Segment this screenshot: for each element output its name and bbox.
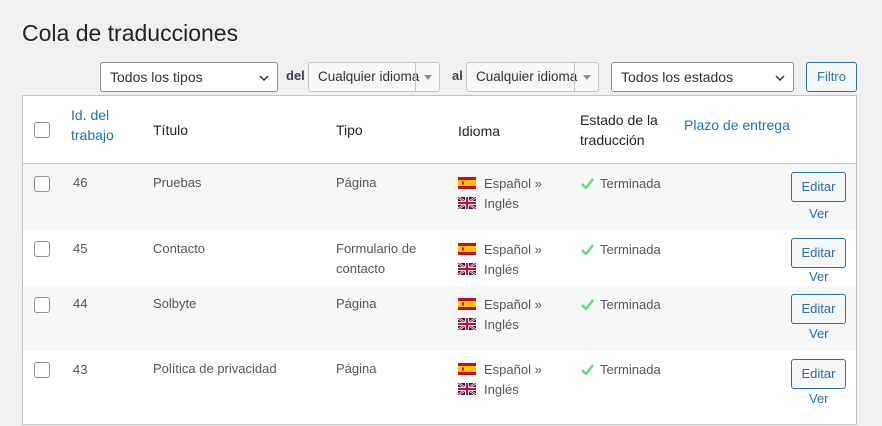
status-header-line2: traducción xyxy=(580,132,645,148)
deadline-header[interactable]: Plazo de entrega xyxy=(684,115,790,135)
table-row: 43 Política de privacidad Página Español… xyxy=(23,351,856,426)
job-type: Página xyxy=(336,359,376,379)
spain-flag-icon xyxy=(458,177,476,189)
job-title: Política de privacidad xyxy=(153,361,277,376)
view-link[interactable]: Ver xyxy=(809,391,829,406)
row-checkbox[interactable] xyxy=(34,176,50,192)
table-header: Id. del trabajo Título Tipo Idioma Estad… xyxy=(23,96,856,164)
job-languages: Español » Inglés xyxy=(458,239,542,279)
job-title: Contacto xyxy=(153,241,206,256)
chevron-down-icon xyxy=(574,63,598,91)
job-id-header-line1: Id. del xyxy=(71,107,110,123)
language-header: Idioma xyxy=(458,123,501,139)
checkmark-icon xyxy=(581,177,594,189)
job-type-line2: contacto xyxy=(336,261,386,276)
uk-flag-icon xyxy=(458,318,476,330)
source-language: Español » xyxy=(484,241,542,257)
select-all-checkbox[interactable] xyxy=(34,122,50,138)
uk-flag-icon xyxy=(458,263,476,275)
filter-button[interactable]: Filtro xyxy=(806,62,857,92)
uk-flag-icon xyxy=(458,383,476,395)
status-select-value: Todos los estados xyxy=(621,69,734,85)
type-select-value: Todos los tipos xyxy=(110,69,203,85)
job-id: 44 xyxy=(73,296,88,311)
job-type-line1: Página xyxy=(336,175,377,190)
checkmark-icon xyxy=(581,298,594,310)
page-title: Cola de traducciones xyxy=(22,20,239,46)
checkmark-icon xyxy=(581,363,594,375)
table-row: 45 Contacto Formulario de contacto Españ… xyxy=(23,230,856,286)
source-language: Español » xyxy=(484,361,542,377)
source-language: Español » xyxy=(484,175,542,191)
from-language-select[interactable]: Cualquier idioma xyxy=(308,62,440,92)
job-title: Solbyte xyxy=(153,296,197,311)
translation-jobs-table: Id. del trabajo Título Tipo Idioma Estad… xyxy=(22,95,857,425)
row-checkbox[interactable] xyxy=(34,241,50,257)
job-status: Terminada xyxy=(581,294,661,314)
edit-button[interactable]: Editar xyxy=(791,238,846,268)
edit-button[interactable]: Editar xyxy=(791,294,846,324)
job-status-label: Terminada xyxy=(600,361,661,377)
chevron-down-icon xyxy=(259,75,269,82)
job-status: Terminada xyxy=(581,173,661,193)
job-languages: Español » Inglés xyxy=(458,359,542,399)
type-header: Tipo xyxy=(336,122,363,138)
status-header: Estado de la traducción xyxy=(580,110,658,150)
checkmark-icon xyxy=(581,243,594,255)
job-id-header[interactable]: Id. del trabajo xyxy=(71,105,114,145)
job-type: Página xyxy=(336,294,376,314)
spain-flag-icon xyxy=(458,243,476,255)
view-link[interactable]: Ver xyxy=(809,206,829,221)
status-select[interactable]: Todos los estados xyxy=(611,62,794,92)
table-row: Ver 44 Solbyte Página Español » Inglés T… xyxy=(23,269,856,351)
job-type: Formulario de contacto xyxy=(336,239,416,279)
status-header-line1: Estado de la xyxy=(580,112,658,128)
chevron-down-icon xyxy=(415,63,439,91)
edit-button[interactable]: Editar xyxy=(791,359,846,389)
job-id-header-line2: trabajo xyxy=(71,127,114,143)
row-checkbox[interactable] xyxy=(34,297,50,313)
to-language-value: Cualquier idioma xyxy=(476,69,578,84)
job-id: 43 xyxy=(73,362,88,377)
job-status-label: Terminada xyxy=(600,175,661,191)
job-id: 46 xyxy=(73,175,88,190)
from-language-value: Cualquier idioma xyxy=(318,69,420,84)
row-checkbox[interactable] xyxy=(34,362,50,378)
uk-flag-icon xyxy=(458,197,476,209)
spain-flag-icon xyxy=(458,298,476,310)
to-language-select[interactable]: Cualquier idioma xyxy=(466,62,599,92)
target-language: Inglés xyxy=(484,261,519,277)
job-status-label: Terminada xyxy=(600,241,661,257)
filter-bar: Todos los tipos del Cualquier idioma al … xyxy=(0,62,882,92)
view-link[interactable]: Ver xyxy=(809,269,829,284)
target-language: Inglés xyxy=(484,316,519,332)
job-id: 45 xyxy=(73,241,88,256)
to-label: al xyxy=(452,68,463,83)
job-type-line1: Página xyxy=(336,296,377,311)
type-select[interactable]: Todos los tipos xyxy=(100,62,278,92)
chevron-down-icon xyxy=(775,75,785,82)
job-title: Pruebas xyxy=(153,175,202,190)
job-status: Terminada xyxy=(581,359,661,379)
target-language: Inglés xyxy=(484,381,519,397)
table-row: 46 Pruebas Página Español » Inglés Termi… xyxy=(23,164,856,230)
job-languages: Español » Inglés xyxy=(458,173,542,213)
job-type: Página xyxy=(336,173,376,193)
view-link[interactable]: Ver xyxy=(809,326,829,341)
job-languages: Español » Inglés xyxy=(458,294,542,334)
job-type-line1: Página xyxy=(336,361,377,376)
job-type-line1: Formulario de xyxy=(336,241,417,256)
job-status: Terminada xyxy=(581,239,661,259)
target-language: Inglés xyxy=(484,195,519,211)
from-label: del xyxy=(286,68,305,83)
spain-flag-icon xyxy=(458,363,476,375)
job-status-label: Terminada xyxy=(600,296,661,312)
source-language: Español » xyxy=(484,296,542,312)
title-header: Título xyxy=(153,122,189,138)
edit-button[interactable]: Editar xyxy=(791,172,846,202)
